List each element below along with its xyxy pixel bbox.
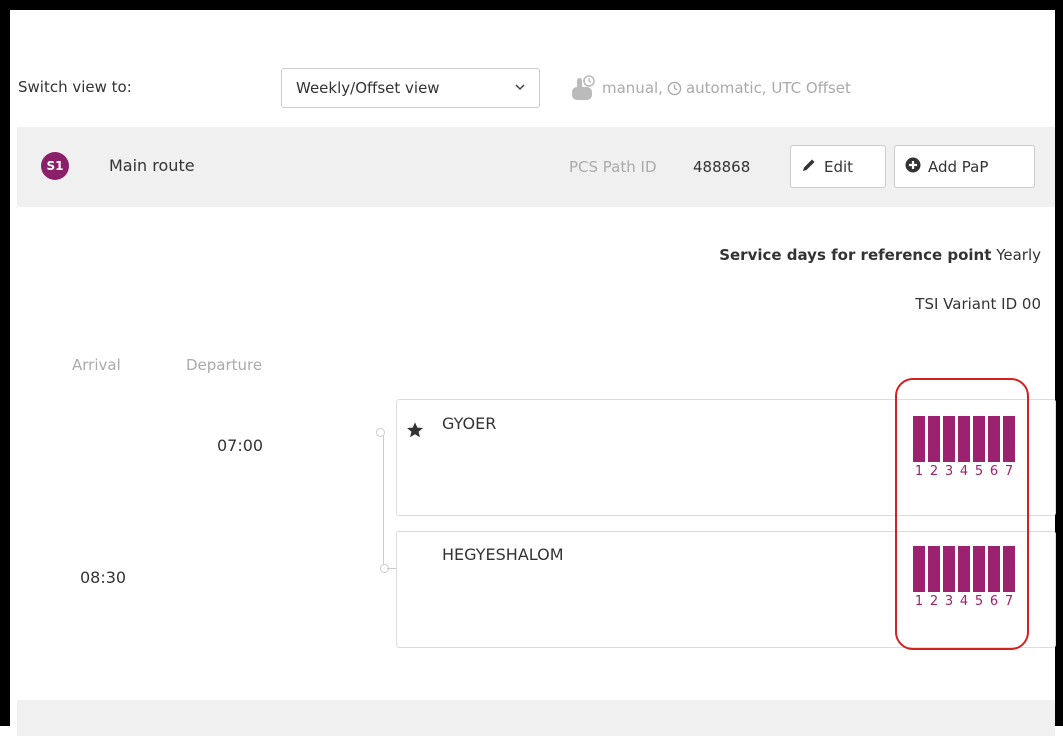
departure-time: 07:00 xyxy=(217,436,264,455)
hand-pointer-icon xyxy=(568,73,598,103)
add-pap-button[interactable]: Add PaP xyxy=(894,145,1035,188)
stop-name: GYOER xyxy=(442,414,497,433)
clock-icon xyxy=(667,81,682,96)
legend-manual-text: manual, xyxy=(602,79,663,97)
route-header: S1 Main route PCS Path ID 488868 Edit Ad… xyxy=(17,127,1055,207)
edit-button[interactable]: Edit xyxy=(790,145,886,188)
edit-button-label: Edit xyxy=(824,157,854,176)
plus-circle-icon xyxy=(905,157,921,177)
next-section-bar xyxy=(17,700,1055,736)
pcs-path-id-label: PCS Path ID xyxy=(569,158,657,176)
screenshot-border-top xyxy=(0,0,1063,10)
view-select[interactable]: Weekly/Offset view xyxy=(281,68,540,108)
star-icon xyxy=(406,420,424,444)
service-days-label: Service days for reference point xyxy=(719,246,992,264)
service-days-info: Service days for reference point Yearly xyxy=(719,246,1041,264)
tsi-variant-value: 00 xyxy=(1021,295,1041,313)
highlight-annotation xyxy=(895,378,1029,650)
switch-view-label: Switch view to: xyxy=(18,78,132,96)
timeline-node xyxy=(376,428,385,437)
view-select-value: Weekly/Offset view xyxy=(296,79,440,97)
chevron-down-icon xyxy=(515,81,525,95)
stop-name: HEGYESHALOM xyxy=(442,545,564,564)
tsi-variant-label: TSI Variant ID xyxy=(915,295,1018,313)
screenshot-border-right xyxy=(1055,0,1063,726)
route-timeline xyxy=(383,432,384,570)
screenshot-border-left xyxy=(0,0,10,726)
tsi-variant-info: TSI Variant ID 00 xyxy=(915,295,1041,313)
arrival-column-header: Arrival xyxy=(72,356,121,374)
timetable-panel: Switch view to: Weekly/Offset view manua… xyxy=(10,10,1056,736)
add-pap-button-label: Add PaP xyxy=(928,157,989,176)
route-badge: S1 xyxy=(41,152,69,180)
pcs-path-id-value: 488868 xyxy=(693,158,751,176)
legend-rest-text: automatic, UTC Offset xyxy=(685,79,851,97)
time-legend: manual, automatic, UTC Offset xyxy=(568,73,851,103)
departure-column-header: Departure xyxy=(186,356,263,374)
arrival-time: 08:30 xyxy=(80,568,127,587)
route-name: Main route xyxy=(109,156,195,175)
pencil-icon xyxy=(801,157,817,177)
service-days-value: Yearly xyxy=(996,246,1041,264)
